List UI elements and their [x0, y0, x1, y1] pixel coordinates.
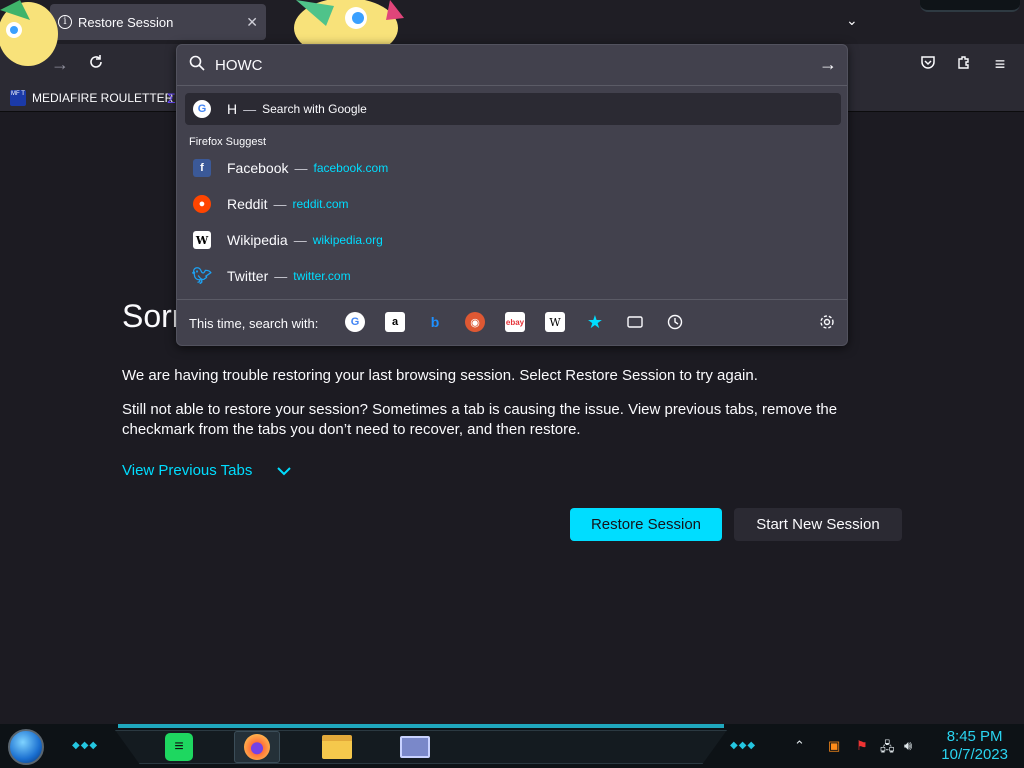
tab-restore-session[interactable]: i Restore Session ✕	[50, 4, 266, 40]
help-message: Still not able to restore your session? …	[122, 401, 838, 438]
duckduckgo-icon[interactable]: ◉	[465, 312, 485, 332]
reddit-icon: ●	[193, 195, 211, 213]
reload-icon[interactable]	[84, 54, 108, 75]
taskbar-accent-strip	[118, 724, 724, 728]
bing-icon[interactable]: b	[425, 312, 445, 332]
separator-dash: —	[273, 196, 287, 212]
bookmarks-icon[interactable]: ★	[585, 312, 605, 332]
system-clock[interactable]: 8:45 PM 10/7/2023	[941, 728, 1008, 764]
heuristic-title: H	[227, 101, 238, 117]
bookmark-icon[interactable]: Σ	[167, 90, 176, 106]
error-message: We are having trouble restoring your las…	[122, 367, 758, 384]
menu-icon[interactable]: ≡	[988, 54, 1012, 75]
spotify-icon: ≡	[165, 733, 193, 761]
tab-close-icon[interactable]: ✕	[246, 14, 258, 31]
list-all-tabs-icon[interactable]: ⌄	[846, 12, 858, 29]
start-new-session-button[interactable]: Start New Session	[734, 508, 902, 541]
extensions-icon[interactable]	[952, 54, 976, 75]
spotify-app[interactable]: ≡	[156, 731, 202, 763]
show-hidden-icons[interactable]: ⌃	[794, 738, 805, 754]
tab-title: Restore Session	[78, 14, 174, 30]
separator-dash: —	[294, 160, 308, 176]
pocket-icon[interactable]	[916, 54, 940, 75]
suggestion-title: Reddit	[227, 196, 268, 212]
clock-date: 10/7/2023	[941, 746, 1008, 763]
action-center-flag-icon[interactable]: ⚑	[856, 738, 868, 754]
urlbar-dropdown: HOWC → G H — Search with Google Firefox …	[176, 44, 848, 346]
search-settings-icon[interactable]	[817, 312, 837, 332]
search-icon	[189, 55, 205, 76]
go-arrow-icon[interactable]: →	[819, 54, 837, 75]
start-button[interactable]	[8, 729, 44, 765]
clock-time: 8:45 PM	[946, 728, 1003, 745]
view-previous-label: View Previous Tabs	[122, 462, 253, 479]
suggestion-url: wikipedia.org	[312, 233, 383, 247]
taskbar: ◆◆◆ ≡ ◆◆◆ ⌃ ▣ ⚑ 🖧︎ 🔊︎ 8:45 PM 10/7/2023	[0, 724, 1024, 768]
urlbar-input[interactable]: HOWC	[215, 57, 263, 74]
character-sticker-left	[0, 0, 62, 70]
volume-icon[interactable]: 🔊︎	[904, 738, 912, 754]
firefox-icon	[244, 734, 270, 760]
divider	[177, 85, 847, 86]
amazon-icon[interactable]: a	[385, 312, 405, 332]
ebay-icon[interactable]: ebay	[505, 312, 525, 332]
chevron-down-icon	[276, 463, 292, 479]
network-icon[interactable]: 🖧︎	[880, 738, 895, 760]
suggestion-url: reddit.com	[292, 197, 349, 211]
restore-session-button[interactable]: Restore Session	[570, 508, 722, 541]
taskbar-decoration: ◆◆◆	[72, 740, 99, 751]
view-previous-tabs-toggle[interactable]: View Previous Tabs	[122, 462, 292, 479]
urlbar-input-row[interactable]: HOWC →	[177, 45, 847, 85]
google-icon: G	[193, 100, 211, 118]
title-bar: i Restore Session ✕ ⌄	[0, 0, 1024, 44]
suggestion-title: Wikipedia	[227, 232, 288, 248]
separator-dash: —	[243, 101, 257, 117]
suggestion-facebook[interactable]: f Facebook — facebook.com	[185, 152, 841, 184]
bookmark-mediafire[interactable]: MF T MEDIAFIRE ROULETTER	[10, 90, 173, 106]
firefox-app[interactable]	[234, 731, 280, 763]
page-heading: Sorr	[122, 298, 183, 334]
tabs-icon[interactable]	[625, 312, 645, 332]
suggestion-url: facebook.com	[313, 161, 389, 175]
search-one-offs: This time, search with: G a b ◉ ebay W ★	[177, 299, 847, 345]
facebook-icon: f	[193, 159, 211, 177]
twitter-icon: 🐦︎	[191, 268, 213, 285]
search-with-label: This time, search with:	[189, 316, 319, 331]
bookmark-label: MEDIAFIRE ROULETTER	[32, 91, 174, 105]
mediafire-icon: MF T	[10, 90, 26, 106]
history-icon[interactable]	[665, 312, 685, 332]
suggestion-title: Twitter	[227, 268, 269, 284]
suggestion-reddit[interactable]: ● Reddit — reddit.com	[185, 188, 841, 220]
heuristic-search-row[interactable]: G H — Search with Google	[185, 93, 841, 125]
taskbar-decoration: ◆◆◆	[730, 740, 757, 751]
suggestion-url: twitter.com	[293, 269, 351, 283]
heuristic-action: Search with Google	[262, 102, 367, 116]
folder-icon	[322, 735, 352, 759]
separator-dash: —	[293, 232, 307, 248]
suggestion-wikipedia[interactable]: W Wikipedia — wikipedia.org	[185, 224, 841, 256]
window-controls	[920, 0, 1020, 12]
firefox-suggest-label: Firefox Suggest	[189, 136, 267, 148]
app-window-icon	[400, 736, 430, 758]
wikipedia-icon[interactable]: W	[545, 312, 565, 332]
separator-dash: —	[274, 268, 288, 284]
suggestion-title: Facebook	[227, 160, 289, 176]
app-tray-icon[interactable]: ▣	[828, 738, 840, 754]
window-app[interactable]	[392, 731, 438, 763]
google-icon[interactable]: G	[345, 312, 365, 332]
suggestion-twitter[interactable]: 🐦︎ Twitter — twitter.com	[185, 260, 841, 292]
wikipedia-icon: W	[193, 231, 211, 249]
file-explorer-app[interactable]	[314, 731, 360, 763]
